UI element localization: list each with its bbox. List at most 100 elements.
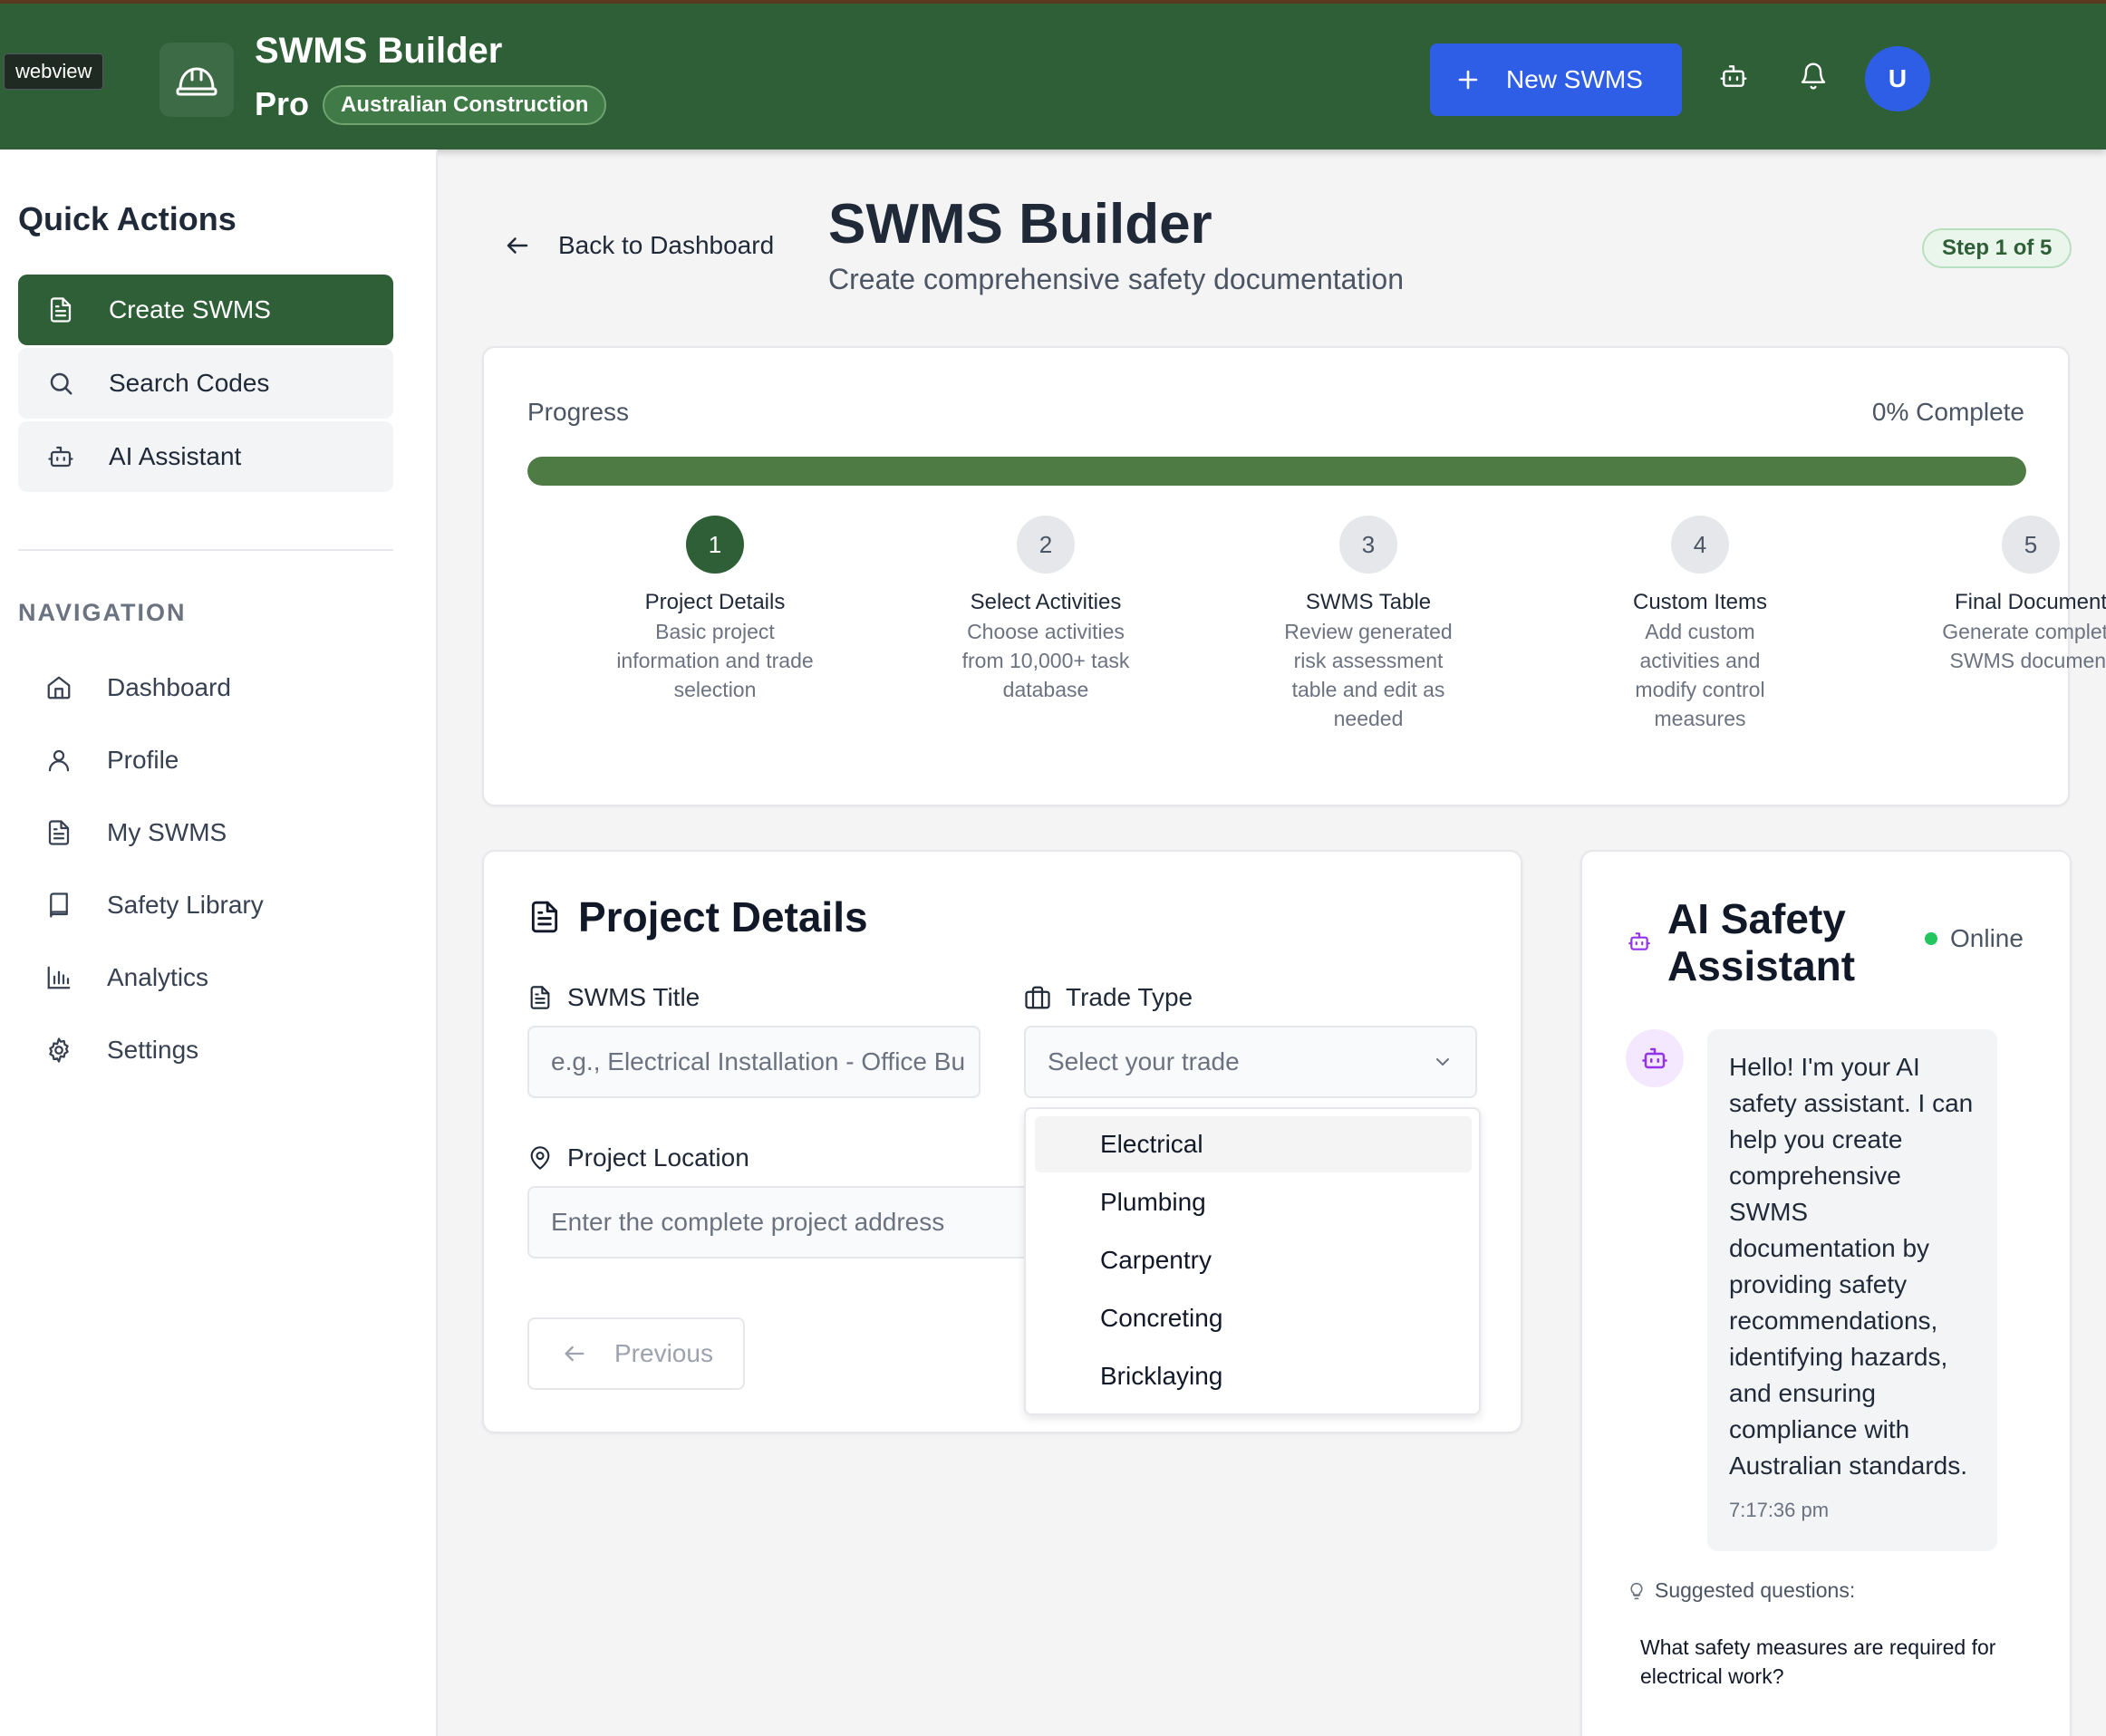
step-3[interactable]: 3 SWMS Table Review generated risk asses… xyxy=(1278,516,1459,733)
trade-option-concreting[interactable]: Concreting xyxy=(1035,1290,1472,1346)
step-description: Choose activities from 10,000+ task data… xyxy=(961,620,1130,701)
project-details-heading: Project Details xyxy=(527,892,868,941)
step-number: 4 xyxy=(1671,516,1729,574)
nav-label: Dashboard xyxy=(107,673,231,701)
hard-hat-logo-icon xyxy=(159,43,234,117)
assistant-message-text: Hello! I'm your AI safety assistant. I c… xyxy=(1729,1053,1974,1480)
create-swms-label: Create SWMS xyxy=(109,295,271,323)
search-icon xyxy=(47,370,74,397)
nav-item-profile[interactable]: Profile xyxy=(45,746,179,775)
swms-title-input[interactable]: e.g., Electrical Installation - Office B… xyxy=(527,1026,981,1098)
document-icon xyxy=(527,900,562,934)
bot-icon xyxy=(1628,930,1651,953)
step-title: SWMS Table xyxy=(1305,590,1432,614)
trade-option-bricklaying[interactable]: Bricklaying xyxy=(1035,1348,1472,1404)
online-status: Online xyxy=(1925,924,2024,953)
arrow-left-icon xyxy=(562,1341,587,1366)
back-to-dashboard-link[interactable]: Back to Dashboard xyxy=(504,231,774,260)
step-1[interactable]: 1 Project Details Basic project informat… xyxy=(615,516,815,704)
trade-option-plumbing[interactable]: Plumbing xyxy=(1035,1174,1472,1230)
nav-label: Profile xyxy=(107,746,179,774)
app-title-pro: Pro xyxy=(255,85,310,122)
previous-label: Previous xyxy=(614,1339,713,1367)
nav-label: Safety Library xyxy=(107,891,264,919)
arrow-left-icon xyxy=(504,232,531,259)
book-icon xyxy=(45,892,72,919)
step-description: Basic project information and trade sele… xyxy=(616,620,814,701)
progress-percent: 0% Complete xyxy=(1871,398,2024,426)
nav-item-safety-library[interactable]: Safety Library xyxy=(45,891,264,920)
swms-title-label: SWMS Title xyxy=(527,983,700,1012)
trade-type-label: Trade Type xyxy=(1024,983,1193,1012)
bot-avatar xyxy=(1626,1029,1684,1087)
lightbulb-icon xyxy=(1628,1582,1646,1600)
top-header: webview SWMS Builder Pro Australian Cons… xyxy=(0,0,2106,149)
trade-type-select[interactable]: Select your trade xyxy=(1024,1026,1477,1098)
step-number: 1 xyxy=(686,516,744,574)
trade-type-label-text: Trade Type xyxy=(1066,983,1193,1011)
page-title: SWMS Builder xyxy=(828,193,1212,256)
bot-icon xyxy=(1641,1045,1668,1072)
message-timestamp: 7:17:36 pm xyxy=(1729,1499,1830,1521)
project-details-title: Project Details xyxy=(578,893,868,940)
gear-icon xyxy=(45,1037,72,1064)
step-4[interactable]: 4 Custom Items Add custom activities and… xyxy=(1609,516,1791,733)
progress-label: Progress xyxy=(527,398,630,426)
sidebar: Quick Actions Create SWMS Search Codes A… xyxy=(0,149,438,1736)
navigation-title: NAVIGATION xyxy=(18,599,187,626)
previous-button[interactable]: Previous xyxy=(527,1317,745,1390)
step-description: Add custom activities and modify control… xyxy=(1635,620,1765,730)
webview-tag: webview xyxy=(4,53,104,90)
nav-label: Settings xyxy=(107,1036,199,1064)
step-number: 2 xyxy=(1017,516,1075,574)
step-title: Project Details xyxy=(644,590,786,614)
region-badge: Australian Construction xyxy=(323,85,607,125)
step-title: Custom Items xyxy=(1632,590,1768,614)
bot-icon[interactable] xyxy=(1719,62,1748,91)
new-swms-button[interactable]: New SWMS xyxy=(1430,43,1682,116)
nav-item-settings[interactable]: Settings xyxy=(45,1036,198,1065)
progress-bar xyxy=(527,457,2026,486)
ai-title-line1: AI Safety xyxy=(1667,895,1846,942)
step-description: Review generated risk assessment table a… xyxy=(1284,620,1453,730)
online-dot-icon xyxy=(1925,932,1937,945)
search-codes-label: Search Codes xyxy=(109,369,270,397)
step-badge: Step 1 of 5 xyxy=(1922,228,2072,268)
map-pin-icon xyxy=(527,1145,553,1171)
nav-item-dashboard[interactable]: Dashboard xyxy=(45,673,231,702)
trade-option-carpentry[interactable]: Carpentry xyxy=(1035,1232,1472,1288)
bot-icon xyxy=(47,443,74,470)
plus-icon xyxy=(1457,69,1479,91)
project-location-label: Project Location xyxy=(527,1143,749,1172)
page-subtitle: Create comprehensive safety documentatio… xyxy=(828,263,1405,295)
briefcase-icon xyxy=(1024,984,1051,1011)
step-5[interactable]: 5 Final Document Generate complete SWMS … xyxy=(1940,516,2106,675)
nav-item-my-swms[interactable]: My SWMS xyxy=(45,818,227,847)
ai-title-line2: Assistant xyxy=(1667,942,1856,989)
swms-title-label-text: SWMS Title xyxy=(567,983,700,1011)
bell-icon[interactable] xyxy=(1799,62,1828,91)
trade-type-dropdown: Electrical Plumbing Carpentry Concreting… xyxy=(1024,1107,1481,1415)
progress-card: Progress 0% Complete 1 Project Details B… xyxy=(482,346,2106,806)
bar-chart-icon xyxy=(45,964,72,991)
quick-actions-title: Quick Actions xyxy=(18,200,237,237)
home-icon xyxy=(45,674,72,701)
trade-option-electrical[interactable]: Electrical xyxy=(1035,1116,1472,1172)
search-codes-button[interactable]: Search Codes xyxy=(18,348,393,419)
suggested-question[interactable]: What safety measures are required for el… xyxy=(1640,1633,2030,1691)
ai-assistant-label: AI Assistant xyxy=(109,442,242,470)
create-swms-button[interactable]: Create SWMS xyxy=(18,275,393,345)
nav-item-analytics[interactable]: Analytics xyxy=(45,963,208,992)
step-2[interactable]: 2 Select Activities Choose activities fr… xyxy=(946,516,1145,704)
suggested-questions-label: Suggested questions: xyxy=(1628,1578,1855,1603)
user-avatar[interactable]: U xyxy=(1865,46,1930,111)
trade-select-placeholder: Select your trade xyxy=(1048,1047,1240,1075)
suggested-label-text: Suggested questions: xyxy=(1655,1578,1856,1602)
step-title: Final Document xyxy=(1954,590,2106,614)
ai-assistant-button[interactable]: AI Assistant xyxy=(18,421,393,492)
document-icon xyxy=(47,296,74,323)
project-location-label-text: Project Location xyxy=(567,1143,749,1172)
step-description: Generate complete SWMS document xyxy=(1942,620,2106,672)
step-number: 3 xyxy=(1339,516,1397,574)
back-label: Back to Dashboard xyxy=(558,231,775,259)
